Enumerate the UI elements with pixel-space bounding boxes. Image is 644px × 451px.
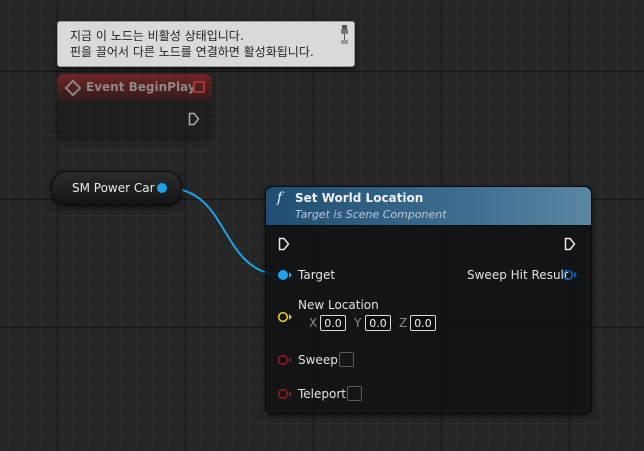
sm-power-car-variable-node[interactable]: SM Power Car (51, 171, 182, 206)
tooltip-line-2: 핀을 끌어서 다른 노드를 연결하면 활성화됩니다. (70, 45, 314, 59)
x-value-field[interactable]: 0.0 (320, 315, 346, 331)
y-axis-label: Y (354, 316, 362, 330)
new-location-pin-label: New Location (298, 298, 379, 312)
sweep-hit-result-pin-label: Sweep Hit Result (467, 268, 569, 282)
sweep-pin-label: Sweep (298, 353, 338, 367)
function-icon: f (277, 190, 283, 206)
target-pin-label: Target (298, 268, 336, 282)
exec-output-pin-icon[interactable] (188, 112, 200, 126)
function-node-title: Set World Location (295, 191, 424, 205)
exec-output-pin-icon[interactable] (564, 237, 576, 251)
event-beginplay-node[interactable]: Event BeginPlay (57, 74, 212, 137)
function-node-header: f Set World Location Target is Scene Com… (266, 187, 591, 226)
disabled-node-tooltip: 지금 이 노드는 비활성 상태입니다. 핀을 끌어서 다른 노드를 연결하면 활… (57, 21, 355, 67)
x-axis-label: X (309, 316, 318, 330)
z-value-field[interactable]: 0.0 (410, 315, 436, 331)
variable-node-label: SM Power Car (72, 181, 155, 195)
new-location-input-pin-icon[interactable] (277, 311, 293, 323)
delegate-pin-icon[interactable] (193, 81, 205, 93)
set-world-location-node[interactable]: f Set World Location Target is Scene Com… (265, 186, 592, 414)
function-node-subtitle: Target is Scene Component (295, 208, 447, 221)
teleport-input-pin-icon[interactable] (277, 388, 293, 400)
teleport-pin-label: Teleport (298, 387, 346, 401)
event-node-title: Event BeginPlay (86, 80, 196, 94)
event-node-header: Event BeginPlay (57, 74, 212, 101)
exec-input-pin-icon[interactable] (278, 237, 290, 251)
sweep-checkbox[interactable] (339, 352, 354, 367)
y-value-field[interactable]: 0.0 (365, 315, 391, 331)
tooltip-line-1: 지금 이 노드는 비활성 상태입니다. (70, 29, 244, 43)
sweep-input-pin-icon[interactable] (277, 354, 293, 366)
object-output-pin-icon[interactable] (157, 183, 167, 193)
teleport-checkbox[interactable] (347, 386, 362, 401)
target-input-pin-icon[interactable] (277, 269, 293, 281)
z-axis-label: Z (399, 316, 408, 330)
pushpin-icon[interactable] (340, 25, 349, 45)
event-diamond-icon (64, 79, 82, 97)
sweep-hit-result-output-pin-icon[interactable] (562, 269, 578, 281)
